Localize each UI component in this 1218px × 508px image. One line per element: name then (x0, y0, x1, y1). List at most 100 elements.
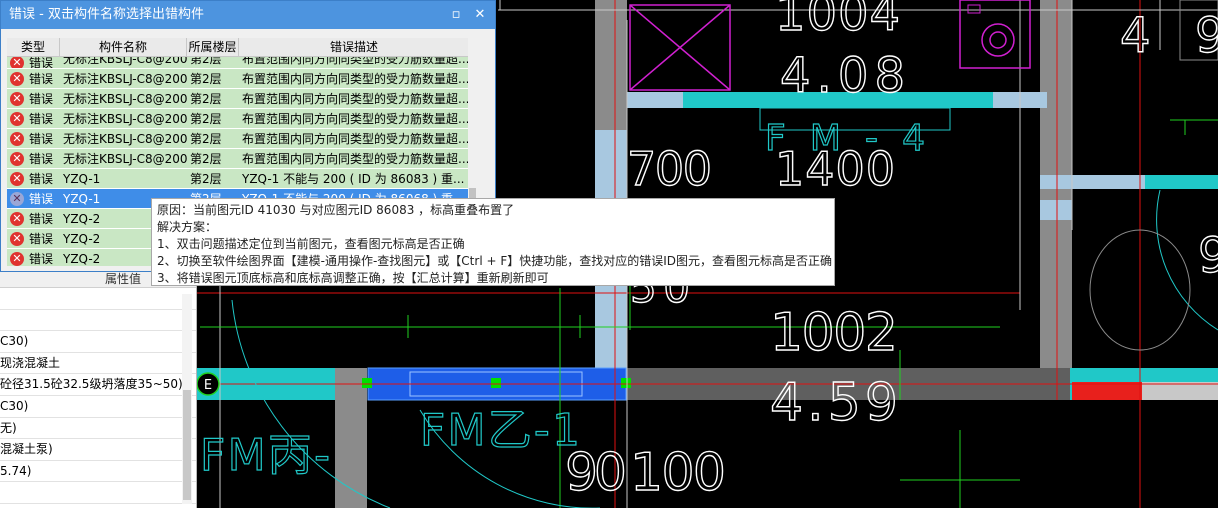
tooltip-step-3: 3、将错误图元顶底标高和底标高调整正确，按【汇总计算】重新刷新即可 (157, 271, 549, 285)
tooltip-cause: 原因：当前图元ID 41030 与对应图元ID 86083 ，标高重叠布置了 (157, 203, 515, 217)
property-row[interactable]: 现浇混凝土 (0, 353, 196, 375)
door-label-fm-bing: FM丙- (200, 430, 330, 481)
cell-description: 布置范围内同方向同类型的受力筋数量超... (242, 57, 470, 66)
cell-name: 无标注KBSLJ-C8@200 (63, 57, 187, 66)
error-icon: ✕ (10, 231, 24, 246)
error-dialog-titlebar[interactable]: 错误 - 双击构件名称选择出错构件 ▫ ✕ (1, 1, 495, 29)
property-row[interactable]: C30) (0, 396, 196, 418)
cell-type-label: 错误 (29, 131, 54, 146)
column-header-type[interactable]: 类型 (7, 38, 60, 56)
property-row[interactable] (0, 310, 196, 332)
cell-type: ✕ 错误 (7, 109, 60, 128)
cell-name: 无标注KBSLJ-C8@200 (63, 152, 187, 166)
cell-type: ✕ 错误 (7, 89, 60, 108)
table-row-partial[interactable]: ✕ 错误 无标注KBSLJ-C8@200 第2层 布置范围内同方向同类型的受力筋数… (7, 57, 470, 69)
door-label-fm-yi: FM乙-1 (420, 405, 580, 456)
grip-handle-right[interactable] (621, 378, 631, 388)
wall-grey-marker (1142, 382, 1218, 400)
room-number-1004: 1004 (775, 0, 900, 42)
error-icon: ✕ (10, 211, 24, 226)
cell-floor: 第2层 (190, 72, 222, 86)
cell-description: 布置范围内同方向同类型的受力筋数量超... (242, 92, 470, 106)
property-row[interactable] (0, 288, 196, 310)
dimension-700: 700 (627, 142, 712, 196)
column-header-floor[interactable]: 所属楼层 (187, 38, 239, 56)
table-row[interactable]: ✕ 错误 无标注KBSLJ-C8@200 第2层 布置范围内同方向同类型的受力筋数量超.… (7, 89, 470, 109)
axis-label-e: E (204, 378, 212, 393)
cell-name: 无标注KBSLJ-C8@200 (63, 112, 187, 126)
property-panel: 属性值 C30) 现浇混凝土 砼径31.5砼32.5级坍落度35~50) C30… (0, 270, 197, 508)
cell-floor: 第2层 (190, 112, 222, 126)
property-row[interactable]: C30) (0, 331, 196, 353)
error-icon: ✕ (10, 151, 24, 166)
error-icon: ✕ (10, 251, 24, 266)
error-icon: ✕ (10, 131, 24, 146)
cell-name: 无标注KBSLJ-C8@200 (63, 132, 187, 146)
table-row[interactable]: ✕ 错误 无标注KBSLJ-C8@200 第2层 布置范围内同方向同类型的受力筋数量超.… (7, 129, 470, 149)
table-row[interactable]: ✕ 错误 无标注KBSLJ-C8@200 第2层 布置范围内同方向同类型的受力筋数量超.… (7, 109, 470, 129)
error-icon: ✕ (10, 71, 24, 86)
tooltip-solution-title: 解决方案： (157, 220, 218, 234)
cell-description: YZQ-1 不能与 200 ( ID 为 86083 ) 重... (242, 172, 465, 186)
close-button[interactable]: ✕ (471, 6, 489, 24)
maximize-button[interactable]: ▫ (447, 6, 465, 24)
property-row[interactable]: 5.74) (0, 461, 196, 483)
label-9-right: 9 (1198, 228, 1218, 284)
tooltip-step-2: 2、切换至软件绘图界面【建模-通用操作-查找图元】或【Ctrl + F】快捷功能… (157, 254, 833, 268)
room-elevation-408: 4.08 (780, 48, 905, 104)
cell-floor: 第2层 (190, 92, 222, 106)
cell-type-label: 错误 (29, 171, 54, 186)
cell-type: ✕ 错误 (7, 169, 60, 188)
cell-type: ✕ 错误 (7, 229, 60, 248)
cell-type: ✕ 错误 (7, 189, 60, 208)
cell-type-label: 错误 (29, 91, 54, 106)
column-header-description[interactable]: 错误描述 (239, 38, 470, 56)
error-icon: ✕ (10, 191, 24, 206)
cell-type: ✕ 错误 (7, 129, 60, 148)
cell-description: 布置范围内同方向同类型的受力筋数量超... (242, 72, 470, 86)
grip-handle-middle[interactable] (491, 378, 501, 388)
error-icon: ✕ (10, 91, 24, 106)
label-4: 4 (1120, 8, 1151, 64)
property-panel-scroll-thumb[interactable] (183, 390, 191, 500)
cell-type: ✕ 错误 (7, 149, 60, 168)
cell-description: 布置范围内同方向同类型的受力筋数量超... (242, 112, 470, 126)
cell-type: ✕ 错误 (7, 209, 60, 228)
cell-floor: 第2层 (190, 152, 222, 166)
room-elevation-459: 4.59 (770, 373, 898, 433)
cell-floor: 第2层 (190, 172, 222, 186)
cell-name: 无标注KBSLJ-C8@200 (63, 72, 187, 86)
grip-handle-left[interactable] (362, 378, 372, 388)
cell-floor: 第2层 (190, 57, 222, 66)
wall-vertical-3 (335, 368, 367, 508)
cell-type-label: 错误 (29, 111, 54, 126)
tooltip-step-1: 1、双击问题描述定位到当前图元，查看图元标高是否正确 (157, 237, 465, 251)
cell-type-label: 错误 (29, 151, 54, 166)
cell-name: YZQ-1 (63, 172, 101, 186)
dimension-100: 100 (630, 443, 726, 503)
cell-floor: 第2层 (190, 132, 222, 146)
error-icon: ✕ (10, 111, 24, 126)
label-9-top: 9 (1195, 8, 1218, 64)
error-icon: ✕ (10, 171, 24, 186)
cell-type: ✕ 错误 (7, 69, 60, 88)
cell-type: 错误 (29, 57, 54, 68)
cell-type-label: 错误 (29, 211, 54, 226)
error-tooltip: 原因：当前图元ID 41030 与对应图元ID 86083 ，标高重叠布置了 解… (151, 198, 835, 286)
error-icon: ✕ (10, 57, 24, 68)
wall-cyan-right (1145, 175, 1218, 189)
table-row[interactable]: ✕ 错误 无标注KBSLJ-C8@200 第2层 布置范围内同方向同类型的受力筋数量超.… (7, 69, 470, 89)
cell-type-label: 错误 (29, 191, 54, 206)
table-row[interactable]: ✕ 错误 YZQ-1 第2层 YZQ-1 不能与 200 ( ID 为 86083 ) … (7, 169, 470, 189)
property-row[interactable]: 砼径31.5砼32.5级坍落度35~50) (0, 374, 196, 396)
room-number-1002: 1002 (770, 303, 898, 363)
error-table-header: 类型 构件名称 所属楼层 错误描述 (7, 38, 470, 57)
cell-type-label: 错误 (29, 71, 54, 86)
property-row[interactable]: 混凝土泵) (0, 439, 196, 461)
cell-name: 无标注KBSLJ-C8@200 (63, 92, 187, 106)
column-header-name[interactable]: 构件名称 (60, 38, 187, 56)
cell-type-label: 错误 (29, 251, 54, 266)
property-row[interactable] (0, 482, 196, 504)
property-row[interactable]: 无) (0, 418, 196, 440)
table-row[interactable]: ✕ 错误 无标注KBSLJ-C8@200 第2层 布置范围内同方向同类型的受力筋数量超.… (7, 149, 470, 169)
